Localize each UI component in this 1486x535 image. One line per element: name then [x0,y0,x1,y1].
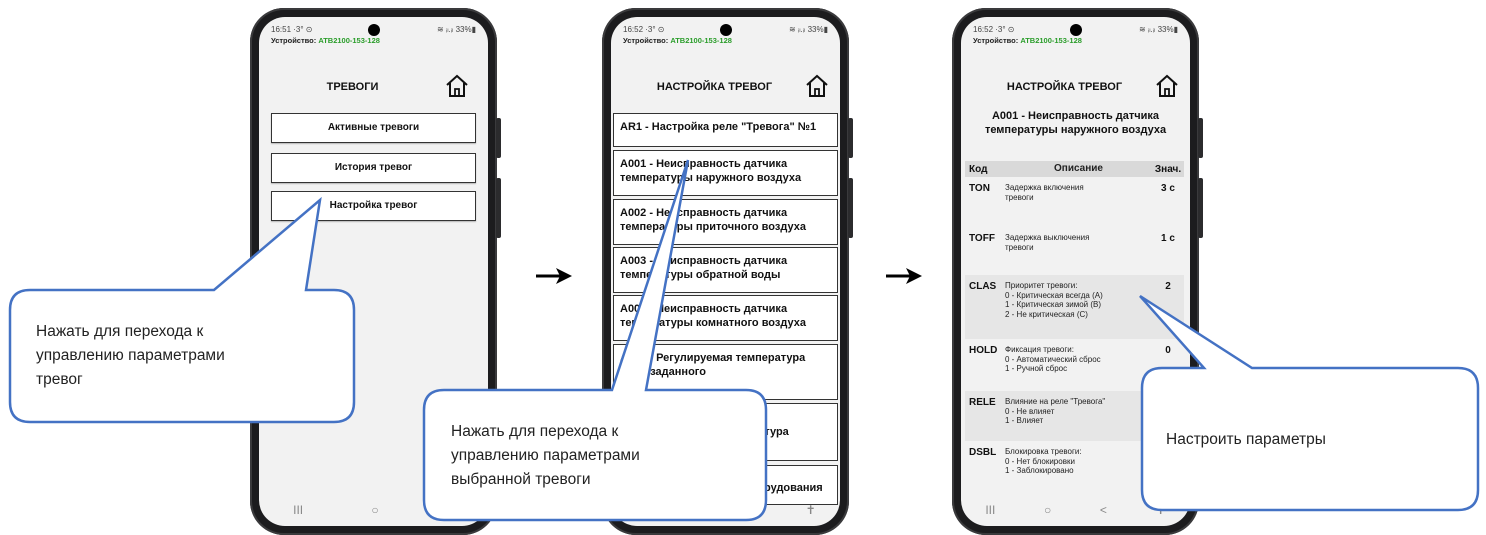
camera-icon [367,24,380,36]
callout-1-text: Нажать для перехода к управлению парамет… [36,323,225,389]
param-code: RELE [969,397,996,408]
header: НАСТРОЙКА ТРЕВОГ [961,67,1190,107]
arrow-right-icon [536,268,572,284]
alarm-item-a003[interactable]: A003 - Неисправность датчика температуры… [613,247,838,293]
accessibility-icon[interactable]: ✝ [1156,503,1166,517]
param-description: Блокировка тревоги: 0 - Нет блокировки 1… [1005,447,1082,476]
status-right: ≋ ᵢₗ.ᵢₗ 33%▮ [1139,25,1178,34]
back-icon[interactable]: < [1100,503,1107,517]
param-description: Влияние на реле "Тревога" 0 - Не влияет … [1005,397,1106,426]
device-id: ATB2100-153-128 [670,36,732,45]
param-row-ton[interactable]: TON Задержка включения тревоги 3 с [965,177,1184,227]
alarm-settings-button[interactable]: Настройка тревог [271,191,476,221]
alarm-item-a002[interactable]: A002 - Неисправность датчика температуры… [613,199,838,245]
recent-apps-icon[interactable]: III [293,503,303,517]
screen: 16:52 ·3° ⊙ ≋ ᵢₗ.ᵢₗ 33%▮ Устройство: ATB… [611,17,840,526]
device-label: Устройство: ATB2100-153-128 [271,36,380,45]
alarm-item-ar1[interactable]: AR1 - Настройка реле "Тревога" №1 [613,113,838,147]
nav-bar: III ○ < ✝ [611,494,840,526]
column-value: Знач. [1154,163,1182,175]
alarm-item-a006[interactable]: A006 - Аварийная температура воздуха ниж… [613,403,838,461]
page-title: НАСТРОЙКА ТРЕВОГ [1006,81,1123,93]
recent-apps-icon[interactable]: III [635,503,645,517]
home-icon[interactable] [444,73,470,99]
param-value[interactable]: 1 с [1152,233,1184,244]
header: НАСТРОЙКА ТРЕВОГ [611,67,840,107]
param-value[interactable]: 3 с [1152,183,1184,194]
param-description: Задержка включения тревоги [1005,183,1084,202]
accessibility-icon[interactable]: ✝ [806,503,816,517]
screen: 16:52 ·3° ⊙ ≋ ᵢₗ.ᵢₗ 33%▮ Устройство: ATB… [961,17,1190,526]
column-description: Описание [1054,163,1103,174]
recent-apps-icon[interactable]: III [985,503,995,517]
param-value[interactable]: 2 [1152,281,1184,292]
param-code: CLAS [969,281,997,292]
param-description: Фиксация тревоги: 0 - Автоматический сбр… [1005,345,1101,374]
alarm-item-a001[interactable]: A001 - Неисправность датчика температуры… [613,150,838,196]
callout-2-text: Нажать для перехода к управлению парамет… [451,423,640,489]
param-row-toff[interactable]: TOFF Задержка выключения тревоги 1 с [965,227,1184,275]
home-icon[interactable] [804,73,830,99]
arrow-right-icon [886,268,922,284]
device-caption: Устройство: [271,36,317,45]
param-row-clas[interactable]: CLAS Приоритет тревоги: 0 - Критическая … [965,275,1184,339]
param-code: TON [969,183,990,194]
param-row-rele[interactable]: RELE Влияние на реле "Тревога" 0 - Не вл… [965,391,1184,441]
device-id: ATB2100-153-128 [318,36,380,45]
page-title: НАСТРОЙКА ТРЕВОГ [656,81,773,93]
volume-button [848,118,853,158]
device-caption: Устройство: [973,36,1019,45]
alarm-history-button[interactable]: История тревог [271,153,476,183]
table-header: Код Описание Знач. [965,161,1184,177]
status-right: ≋ ᵢₗ.ᵢₗ 33%▮ [437,25,476,34]
device-id: ATB2100-153-128 [1020,36,1082,45]
param-value[interactable]: 1 [1152,397,1184,408]
volume-button [1198,118,1203,158]
status-time: 16:51 ·3° ⊙ [271,25,313,34]
power-button [496,178,501,238]
power-button [848,178,853,238]
home-icon[interactable] [1154,73,1180,99]
alarm-item-a004[interactable]: A004 - Неисправность датчика температуры… [613,295,838,341]
param-code: HOLD [969,345,998,356]
nav-bar: III ○ < [259,494,488,526]
column-code: Код [969,163,988,175]
header: ТРЕВОГИ [259,67,488,107]
param-description: Приоритет тревоги: 0 - Критическая всегд… [1005,281,1103,319]
camera-icon [1069,24,1082,36]
volume-button [496,118,501,158]
alarm-item-a005[interactable]: A005 - Регулируемая температура ниже зад… [613,344,838,400]
device-label: Устройство: ATB2100-153-128 [623,36,732,45]
device-label: Устройство: ATB2100-153-128 [973,36,1082,45]
param-description: Задержка выключения тревоги [1005,233,1090,252]
callout-3-text: Настроить параметры [1166,431,1326,448]
phone-alarm-parameters: 16:52 ·3° ⊙ ≋ ᵢₗ.ᵢₗ 33%▮ Устройство: ATB… [952,8,1203,535]
parameters-table: Код Описание Знач. TON Задержка включени… [965,161,1184,491]
nav-bar: III ○ < ✝ [961,494,1190,526]
nav-home-icon[interactable]: ○ [371,503,378,517]
back-icon[interactable]: < [750,503,757,517]
page-title: ТРЕВОГИ [326,81,379,93]
nav-home-icon[interactable]: ○ [694,503,701,517]
nav-home-icon[interactable]: ○ [1044,503,1051,517]
param-row-dsbl[interactable]: DSBL Блокировка тревоги: 0 - Нет блокиро… [965,441,1184,491]
status-time: 16:52 ·3° ⊙ [973,25,1015,34]
back-icon[interactable]: < [447,503,454,517]
param-code: DSBL [969,447,997,458]
param-row-hold[interactable]: HOLD Фиксация тревоги: 0 - Автоматически… [965,339,1184,391]
active-alarms-button[interactable]: Активные тревоги [271,113,476,143]
power-button [1198,178,1203,238]
param-code: TOFF [969,233,995,244]
alarm-subtitle: A001 - Неисправность датчика температуры… [984,110,1167,137]
camera-icon [719,24,732,36]
param-value[interactable]: 0 [1152,345,1184,356]
status-right: ≋ ᵢₗ.ᵢₗ 33%▮ [789,25,828,34]
device-caption: Устройство: [623,36,669,45]
status-time: 16:52 ·3° ⊙ [623,25,665,34]
